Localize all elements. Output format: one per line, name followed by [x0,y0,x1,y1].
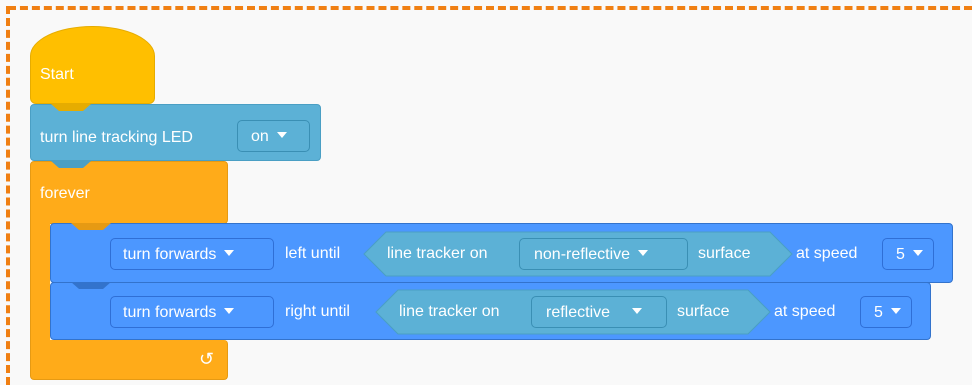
block-notch [71,223,111,230]
led-state-dropdown[interactable]: on [237,120,310,152]
surface-dropdown[interactable]: non-reflective [519,238,688,270]
start-hat-block[interactable]: Start [30,26,155,104]
selection-border-left [6,6,10,385]
led-state-value: on [251,128,269,145]
start-label: Start [40,66,74,83]
forever-block-footer: ↺ [30,340,228,380]
forever-block[interactable]: forever [30,161,228,224]
turn-direction-dropdown[interactable]: turn forwards [110,296,274,328]
speed-dropdown[interactable]: 5 [882,238,934,270]
condition-suffix: surface [677,303,730,320]
block-notch [51,161,91,168]
surface-dropdown[interactable]: reflective [531,296,667,328]
surface-dropdown-value: reflective [546,304,611,321]
block-notch [51,104,91,111]
speed-value: 5 [874,304,883,321]
rotate-arrow-icon: ↺ [199,349,215,369]
led-block-label: turn line tracking LED [40,129,193,146]
surface-dropdown-value: non-reflective [534,246,631,263]
forever-block-arm [30,222,50,346]
condition-prefix: line tracker on [387,245,488,262]
chevron-down-icon [224,250,235,256]
turn-direction-dropdown[interactable]: turn forwards [110,238,274,270]
direction-text: right until [285,303,350,320]
chevron-down-icon [890,308,901,314]
forever-label: forever [40,185,90,202]
turn-until-block-right[interactable]: turn forwards right until line tracker o… [50,282,931,340]
chevron-down-icon [632,308,643,314]
condition-prefix: line tracker on [399,303,500,320]
speed-label: at speed [796,245,858,262]
speed-dropdown[interactable]: 5 [860,296,912,328]
speed-value: 5 [896,246,905,263]
block-notch [71,282,111,289]
workspace-canvas: Start turn line tracking LED on forever … [0,0,972,385]
selection-border-top [8,6,972,10]
turn-until-block-left[interactable]: turn forwards left until line tracker on… [50,223,953,283]
turn-dropdown-value: turn forwards [123,246,217,263]
turn-dropdown-value: turn forwards [123,304,217,321]
chevron-down-icon [276,132,287,138]
direction-text: left until [285,245,341,262]
chevron-down-icon [224,308,235,314]
line-tracking-led-block[interactable]: turn line tracking LED on [30,104,321,161]
speed-label: at speed [774,303,836,320]
chevron-down-icon [638,250,649,256]
chevron-down-icon [912,250,923,256]
condition-suffix: surface [698,245,751,262]
